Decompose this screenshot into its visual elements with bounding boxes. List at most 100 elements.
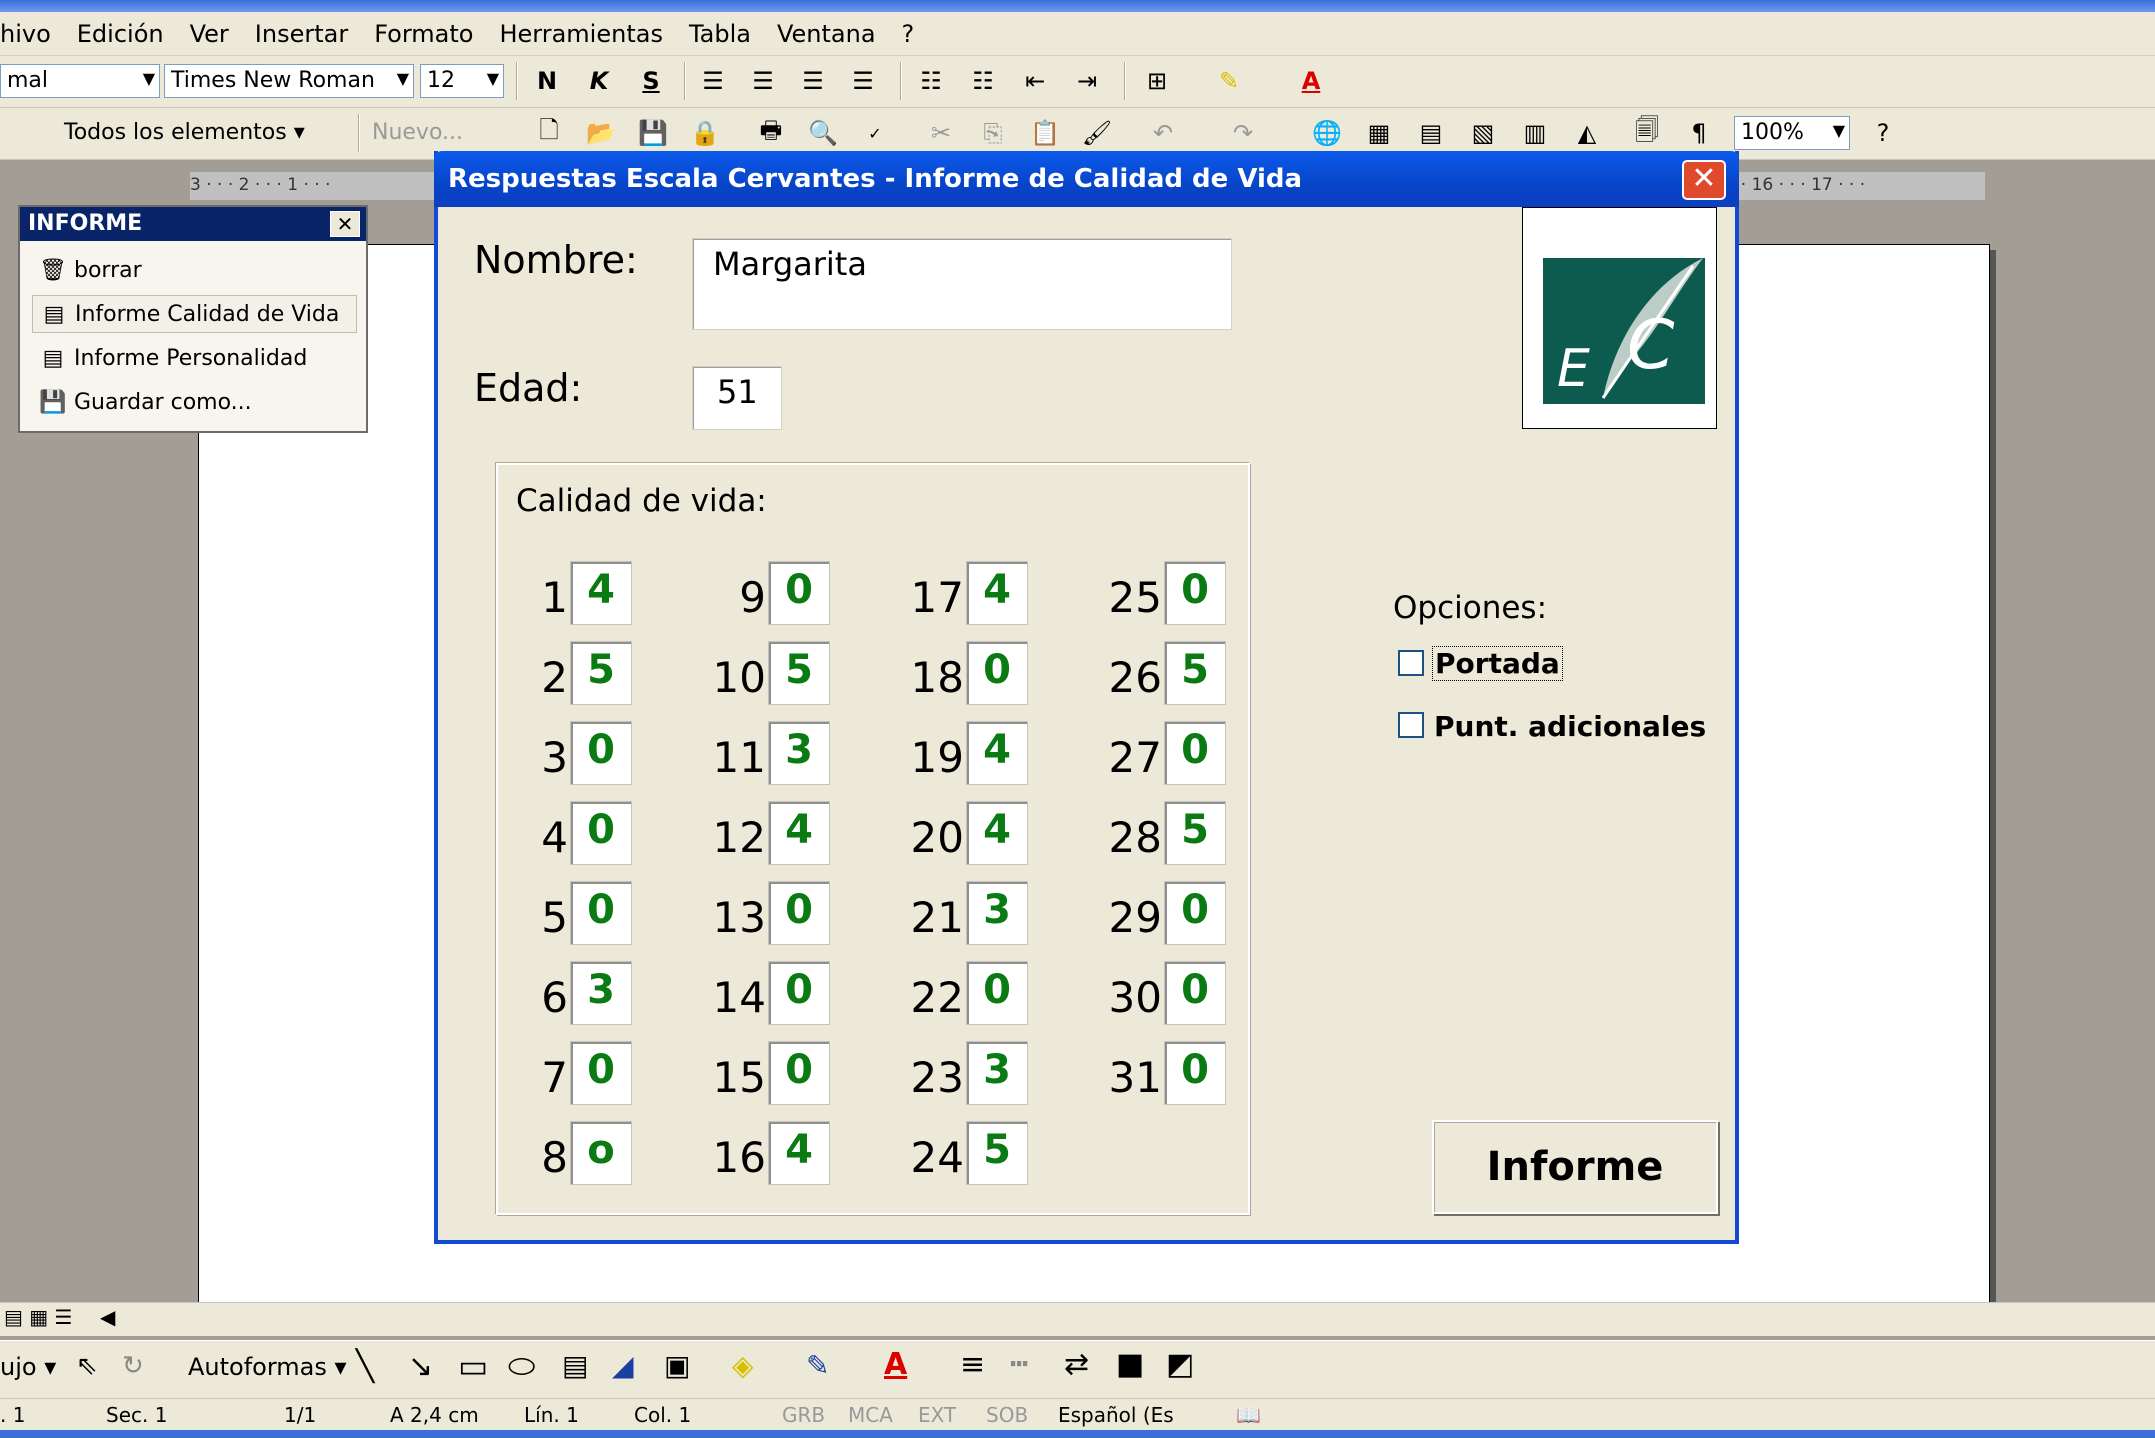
informe-toolbar-titlebar[interactable]: INFORME ✕	[20, 207, 366, 241]
arrow-style-icon[interactable]: ⇄	[1064, 1347, 1089, 1382]
menu-item-borrar[interactable]: 🗑 borrar	[32, 251, 357, 289]
align-right-icon[interactable]: ☰	[796, 64, 830, 98]
textbox-icon[interactable]: ▤	[562, 1349, 588, 1382]
rotate-icon[interactable]: ↻	[122, 1351, 144, 1381]
response-input[interactable]: 3	[768, 721, 830, 785]
borders-icon[interactable]: ⊞	[1140, 64, 1174, 98]
response-input[interactable]: 4	[570, 561, 632, 625]
response-input[interactable]: 4	[966, 801, 1028, 865]
response-input[interactable]: 0	[768, 881, 830, 945]
response-input[interactable]: 4	[768, 1121, 830, 1185]
view-buttons[interactable]: ▤ ▦ ☰	[4, 1305, 72, 1329]
increase-indent-icon[interactable]: ⇥	[1070, 64, 1104, 98]
close-icon[interactable]: ✕	[1682, 160, 1726, 200]
insert-excel-icon[interactable]: ▧	[1466, 116, 1500, 150]
menu-item-informe-personalidad[interactable]: ▤ Informe Personalidad	[32, 339, 357, 377]
justify-icon[interactable]: ☰	[846, 64, 880, 98]
document-map-icon[interactable]: 🗐	[1630, 116, 1664, 150]
response-input[interactable]: 0	[570, 1041, 632, 1105]
response-input[interactable]: 0	[768, 561, 830, 625]
punt-adicionales-label[interactable]: Punt. adicionales	[1434, 710, 1706, 743]
select-objects-icon[interactable]: ⇖	[76, 1351, 98, 1381]
close-icon[interactable]: ✕	[330, 211, 360, 237]
save-icon[interactable]: 💾	[636, 116, 670, 150]
elements-dropdown[interactable]: Todos los elementos ▾	[64, 120, 305, 145]
align-center-icon[interactable]: ☰	[746, 64, 780, 98]
decrease-indent-icon[interactable]: ⇤	[1018, 64, 1052, 98]
paste-icon[interactable]: 📋	[1028, 116, 1062, 150]
arrow-icon[interactable]: ↘	[408, 1349, 433, 1384]
menu-herramientas[interactable]: Herramientas	[499, 20, 662, 48]
response-input[interactable]: 5	[570, 641, 632, 705]
hyperlink-icon[interactable]: 🌐	[1310, 116, 1344, 150]
new-document-icon[interactable]: 🗋	[532, 116, 566, 150]
insert-table-icon[interactable]: ▤	[1414, 116, 1448, 150]
font-select[interactable]: Times New Roman ▼	[164, 64, 414, 98]
response-input[interactable]: 0	[1164, 561, 1226, 625]
edad-input[interactable]: 51	[692, 366, 782, 430]
portada-checkbox[interactable]	[1398, 650, 1424, 676]
numbered-list-icon[interactable]: ☷	[914, 64, 948, 98]
wordart-icon[interactable]: ◢	[612, 1349, 634, 1382]
response-input[interactable]: 0	[768, 961, 830, 1025]
dialog-titlebar[interactable]: Respuestas Escala Cervantes - Informe de…	[434, 151, 1739, 207]
nombre-input[interactable]: Margarita	[692, 238, 1232, 330]
font-color-icon[interactable]: A	[884, 1347, 907, 1382]
drawing-icon[interactable]: ◭	[1570, 116, 1604, 150]
open-folder-icon[interactable]: 📂	[584, 116, 618, 150]
spelling-icon[interactable]: ✓	[858, 116, 892, 150]
menu-item-informe-calidad[interactable]: ▤ Informe Calidad de Vida	[32, 295, 357, 333]
line-color-icon[interactable]: ✎	[806, 1349, 829, 1382]
print-icon[interactable]: 🖶	[754, 116, 788, 150]
response-input[interactable]: 0	[1164, 881, 1226, 945]
response-input[interactable]: 4	[966, 561, 1028, 625]
font-size-select[interactable]: 12 ▼	[420, 64, 504, 98]
permission-icon[interactable]: 🔒	[688, 116, 722, 150]
italic-icon[interactable]: K	[582, 64, 616, 98]
response-input[interactable]: 4	[966, 721, 1028, 785]
response-input[interactable]: 0	[1164, 1041, 1226, 1105]
copy-icon[interactable]: ⎘	[976, 116, 1010, 150]
response-input[interactable]: 3	[570, 961, 632, 1025]
response-input[interactable]: 5	[966, 1121, 1028, 1185]
response-input[interactable]: 5	[1164, 801, 1226, 865]
columns-icon[interactable]: ▥	[1518, 116, 1552, 150]
horizontal-scrollbar[interactable]: ▤ ▦ ☰ ◀	[0, 1302, 2155, 1336]
response-input[interactable]: 0	[966, 641, 1028, 705]
response-input[interactable]: 0	[570, 801, 632, 865]
punt-adicionales-checkbox[interactable]	[1398, 712, 1424, 738]
response-input[interactable]: 5	[768, 641, 830, 705]
bullet-list-icon[interactable]: ☷	[966, 64, 1000, 98]
style-select[interactable]: mal ▼	[0, 64, 160, 98]
tables-borders-icon[interactable]: ▦	[1362, 116, 1396, 150]
response-input[interactable]: o	[570, 1121, 632, 1185]
new-document-dropdown[interactable]: Nuevo...	[372, 120, 463, 145]
response-input[interactable]: 4	[768, 801, 830, 865]
font-color-icon[interactable]: A	[1294, 64, 1328, 98]
response-input[interactable]: 3	[966, 881, 1028, 945]
oval-icon[interactable]: ⬭	[508, 1347, 535, 1386]
diagram-icon[interactable]: ▣	[664, 1349, 690, 1382]
line-icon[interactable]: ╲	[356, 1349, 374, 1384]
help-icon[interactable]: ?	[1866, 116, 1900, 150]
line-style-icon[interactable]: ≡	[960, 1347, 985, 1382]
menu-insertar[interactable]: Insertar	[255, 20, 348, 48]
menu-ayuda[interactable]: ?	[902, 20, 915, 48]
response-input[interactable]: 0	[570, 721, 632, 785]
menu-item-guardar-como[interactable]: 💾 Guardar como...	[32, 383, 357, 421]
fill-color-icon[interactable]: ◈	[732, 1349, 754, 1382]
portada-label[interactable]: Portada	[1432, 646, 1563, 681]
menu-ver[interactable]: Ver	[190, 20, 229, 48]
menu-edicion[interactable]: Edición	[77, 20, 164, 48]
show-formatting-icon[interactable]: ¶	[1682, 116, 1716, 150]
align-left-icon[interactable]: ☰	[696, 64, 730, 98]
underline-icon[interactable]: S	[634, 64, 668, 98]
format-painter-icon[interactable]: 🖌	[1080, 116, 1114, 150]
autoshapes-menu[interactable]: Autoformas ▾	[188, 1353, 347, 1381]
response-input[interactable]: 0	[1164, 721, 1226, 785]
response-input[interactable]: 5	[1164, 641, 1226, 705]
response-input[interactable]: 0	[570, 881, 632, 945]
3d-icon[interactable]: ◩	[1166, 1347, 1194, 1382]
dash-style-icon[interactable]: ┅	[1010, 1347, 1028, 1382]
redo-icon[interactable]: ↷	[1226, 116, 1260, 150]
